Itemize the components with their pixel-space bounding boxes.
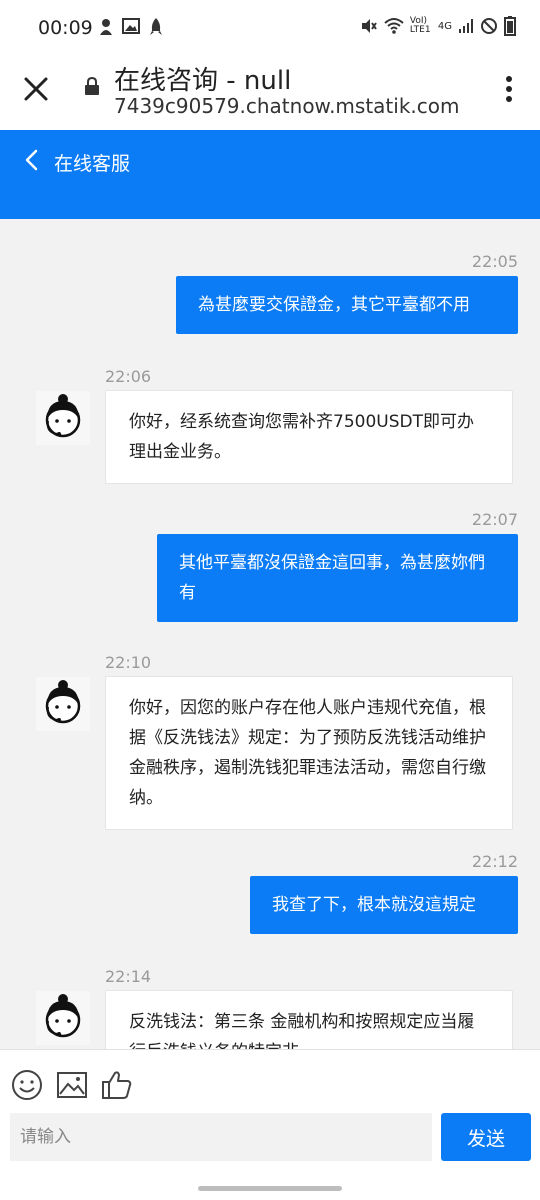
status-bar: 00:09 VoI) LTE1 4G [0,0,540,56]
agent-avatar-icon [36,677,90,731]
header-title: 在线客服 [54,153,131,175]
status-time: 00:09 [38,17,93,39]
message-time: 22:05 [471,252,518,271]
page-url[interactable]: 7439c90579.chatnow.mstatik.com [114,94,460,118]
send-button[interactable]: 发送 [441,1113,531,1161]
network-4g-label: 4G [437,20,452,32]
more-menu-icon[interactable] [504,74,514,104]
outgoing-message: 我查了下，根本就沒這規定 [250,876,518,934]
message-input[interactable] [10,1113,432,1161]
browser-toolbar: 在线咨询 - null 7439c90579.chatnow.mstatik.c… [0,56,540,130]
message-time: 22:12 [471,852,518,871]
message-time: 22:14 [105,967,152,986]
outgoing-message: 其他平臺都沒保證金這回事，為甚麼妳們有 [157,534,518,622]
back-icon[interactable] [22,148,44,172]
message-time: 22:10 [105,653,152,672]
notification-icon [100,19,112,35]
signal-icon [459,19,473,33]
volte-label: VoI) LTE1 [409,16,431,35]
message-time: 22:07 [471,510,518,529]
composer: 发送 [0,1049,540,1200]
thumbs-up-icon[interactable] [100,1068,134,1102]
mute-icon [361,19,377,33]
incoming-message: 你好，因您的账户存在他人账户违规代充值，根据《反洗钱法》规定：为了预防反洗钱活动… [105,676,513,830]
rocket-icon [150,18,162,35]
incoming-message: 你好，经系统查询您需补齐7500USDT即可办理出金业务。 [105,390,513,484]
app-header: 在线客服 [0,130,540,219]
close-icon[interactable] [22,75,50,103]
page-title: 在线咨询 - null [114,66,292,96]
do-not-disturb-icon [481,18,497,34]
image-icon [122,18,140,34]
image-upload-icon[interactable] [55,1068,89,1102]
incoming-message: 反洗钱法：第三条 金融机构和按照规定应当履行反洗钱义务的特定非 [105,990,513,1049]
outgoing-message: 為甚麼要交保證金，其它平臺都不用 [176,276,518,334]
home-indicator[interactable] [198,1186,342,1191]
lock-icon [85,76,99,95]
emoji-icon[interactable] [10,1068,44,1102]
chat-messages[interactable]: 22:05 為甚麼要交保證金，其它平臺都不用 22:06 你好，经系统查询您需补… [0,219,540,1049]
message-time: 22:06 [105,367,152,386]
battery-icon [504,16,516,36]
wifi-icon [384,18,404,34]
agent-avatar-icon [36,391,90,445]
agent-avatar-icon [36,991,90,1045]
